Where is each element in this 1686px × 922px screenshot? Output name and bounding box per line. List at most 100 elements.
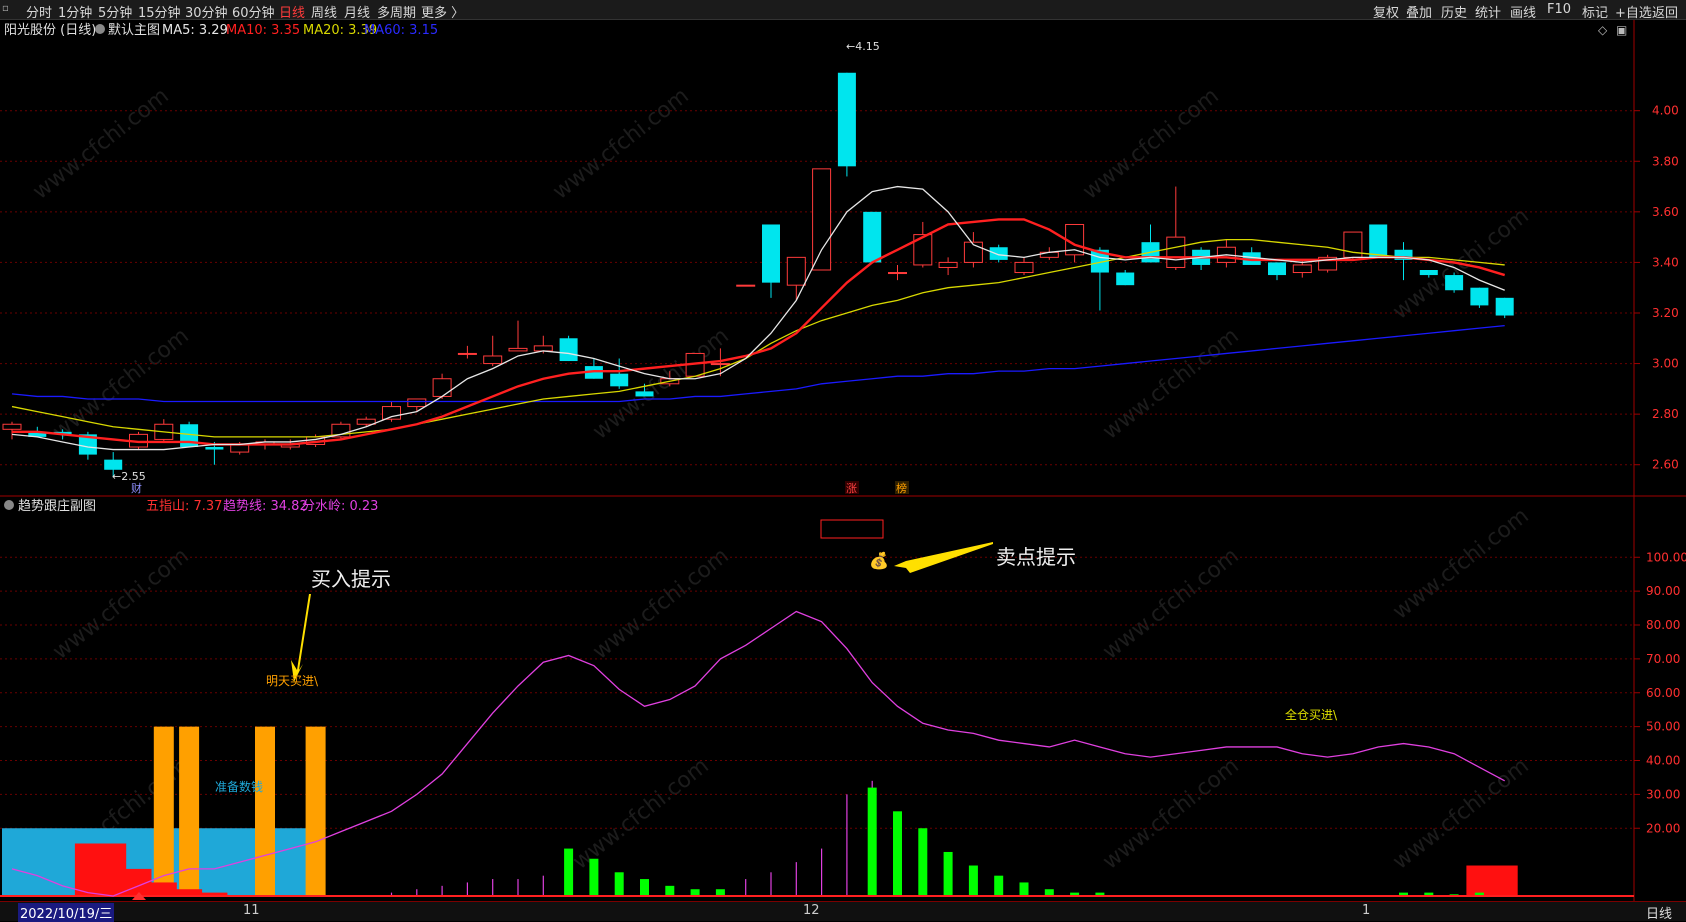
red-bar bbox=[74, 843, 101, 896]
date-cursor-label: 2022/10/19/三 bbox=[18, 903, 115, 922]
high-price-label: ←4.15 bbox=[846, 40, 880, 53]
period-toolbar: ▫ 分时 1分钟 5分钟 15分钟 30分钟 60分钟 日线 周线 月线 多周期… bbox=[0, 0, 1686, 21]
candle bbox=[989, 244, 1008, 263]
add-favorite-button[interactable]: +自选 bbox=[1615, 2, 1652, 21]
candle-body bbox=[812, 168, 832, 271]
template-icon[interactable] bbox=[95, 24, 105, 34]
back-button[interactable]: 返回 bbox=[1652, 2, 1678, 21]
tab-multi-period[interactable]: 多周期 bbox=[377, 2, 416, 21]
period-label[interactable]: 日线 bbox=[1646, 903, 1672, 922]
finance-marker[interactable]: 财 bbox=[131, 481, 142, 495]
sell-signal-box bbox=[820, 519, 884, 539]
limit-up-marker[interactable]: 涨 bbox=[846, 482, 857, 495]
tab-more[interactable]: 更多 〉 bbox=[421, 2, 464, 21]
green-bar bbox=[918, 828, 928, 896]
candle-body bbox=[1268, 262, 1286, 276]
main-y-tick-label: 3.20 bbox=[1652, 306, 1679, 320]
orange-bar bbox=[153, 726, 174, 896]
ma10-value: MA10: 3.35 bbox=[226, 23, 300, 38]
candle bbox=[610, 358, 629, 389]
tab-5min[interactable]: 5分钟 bbox=[98, 2, 132, 21]
green-bar bbox=[994, 875, 1004, 896]
watermark-text: www.cfchi.com bbox=[28, 83, 173, 204]
time-axis-bar: 2022/10/19/三 11 12 1 日线 bbox=[0, 901, 1686, 922]
candle-body bbox=[1292, 264, 1312, 274]
candle bbox=[762, 224, 780, 298]
stats-button[interactable]: 统计 bbox=[1475, 2, 1501, 21]
candle bbox=[938, 257, 958, 276]
mark-button[interactable]: 标记 bbox=[1582, 2, 1608, 21]
chart-canvas[interactable]: 阳光股份 (日线) 默认主图 MA5: 3.29 MA10: 3.35 MA20… bbox=[0, 20, 1686, 920]
tab-weekly[interactable]: 周线 bbox=[311, 2, 337, 21]
square-icon[interactable]: ▣ bbox=[1616, 23, 1627, 37]
orange-bar bbox=[305, 726, 326, 896]
candle bbox=[1470, 287, 1489, 308]
candle bbox=[913, 221, 933, 268]
tab-15min[interactable]: 15分钟 bbox=[138, 2, 181, 21]
template-name[interactable]: 默认主图 bbox=[108, 22, 160, 38]
rank-marker[interactable]: 榜 bbox=[896, 481, 907, 495]
green-bar bbox=[1019, 882, 1029, 896]
f10-button[interactable]: F10 bbox=[1547, 2, 1571, 17]
overlay-button[interactable]: 叠加 bbox=[1406, 2, 1432, 21]
tab-30min[interactable]: 30分钟 bbox=[185, 2, 228, 21]
candle-body bbox=[736, 284, 756, 287]
tab-60min[interactable]: 60分钟 bbox=[232, 2, 275, 21]
sub-title[interactable]: 趋势跟庄副图 bbox=[18, 498, 96, 514]
candle-body bbox=[989, 247, 1008, 260]
full-buy-label: 全仓买进\ bbox=[1285, 707, 1338, 722]
red-bar bbox=[1491, 865, 1518, 896]
main-y-tick-label: 2.80 bbox=[1652, 407, 1679, 421]
green-bar bbox=[1044, 889, 1054, 896]
draw-button[interactable]: 画线 bbox=[1510, 2, 1536, 21]
red-bar bbox=[1466, 865, 1493, 896]
watermark-text: www.cfchi.com bbox=[1098, 543, 1243, 664]
fuquan-button[interactable]: 复权 bbox=[1373, 2, 1399, 21]
sub-template-icon[interactable] bbox=[4, 500, 14, 510]
indicator-bars bbox=[0, 726, 1634, 900]
window-menu-icon[interactable]: ▫ bbox=[2, 3, 14, 15]
candle-body bbox=[1495, 297, 1514, 316]
orange-bar bbox=[255, 726, 275, 896]
tab-1min[interactable]: 1分钟 bbox=[58, 2, 92, 21]
candle bbox=[331, 421, 351, 440]
history-button[interactable]: 历史 bbox=[1441, 2, 1467, 21]
candle-body bbox=[1470, 287, 1489, 306]
candle-body bbox=[432, 378, 452, 397]
buy-arrow bbox=[291, 594, 311, 682]
sub-y-tick-label: 40.00 bbox=[1646, 754, 1680, 768]
buy-tomorrow-label: 明天买进\ bbox=[266, 674, 319, 688]
prepare-money-label: 准备数钱 bbox=[215, 779, 263, 794]
candle-body bbox=[1014, 261, 1034, 274]
stock-title: 阳光股份 (日线) bbox=[4, 23, 96, 38]
main-header: 阳光股份 (日线) 默认主图 MA5: 3.29 MA10: 3.35 MA20… bbox=[4, 22, 438, 38]
candle bbox=[508, 320, 528, 352]
watermark-text: www.cfchi.com bbox=[1078, 83, 1223, 204]
candle-body bbox=[1166, 236, 1186, 268]
diamond-icon[interactable]: ◇ bbox=[1598, 23, 1608, 37]
watershed-value: 分水岭: 0.23 bbox=[302, 499, 378, 514]
green-bar bbox=[943, 851, 953, 896]
tab-daily[interactable]: 日线 bbox=[279, 2, 305, 21]
candle bbox=[432, 373, 452, 399]
candle-body bbox=[762, 224, 780, 283]
main-y-tick-label: 3.60 bbox=[1652, 205, 1679, 219]
candle-body bbox=[710, 363, 730, 366]
ma60-value: MA60: 3.15 bbox=[364, 23, 438, 38]
green-bar bbox=[867, 787, 877, 896]
tab-monthly[interactable]: 月线 bbox=[344, 2, 370, 21]
candle bbox=[457, 345, 477, 359]
candle-body bbox=[457, 352, 477, 355]
tab-minute[interactable]: 分时 bbox=[26, 2, 52, 21]
money-bag-icon: 💰 bbox=[869, 551, 889, 570]
watermark-text: www.cfchi.com bbox=[548, 83, 693, 204]
candle-body bbox=[483, 355, 503, 365]
main-y-tick-label: 2.60 bbox=[1652, 458, 1679, 472]
watermark-text: www.cfchi.com bbox=[1388, 503, 1533, 624]
green-bar bbox=[614, 872, 624, 896]
buy-hint-text: 买入提示 bbox=[311, 567, 391, 591]
month-label-dec: 12 bbox=[803, 903, 820, 918]
month-label-nov: 11 bbox=[243, 903, 260, 918]
candle bbox=[1343, 231, 1363, 260]
green-bar bbox=[715, 889, 725, 896]
